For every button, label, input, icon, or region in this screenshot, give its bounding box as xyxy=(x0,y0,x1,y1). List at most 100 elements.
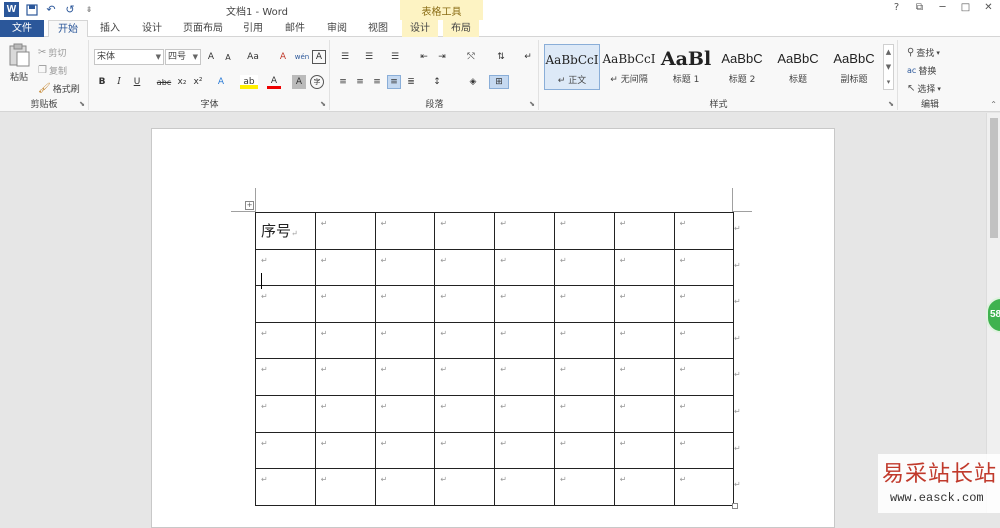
grow-font-button[interactable]: A xyxy=(204,50,218,64)
table-cell[interactable]: ↵ xyxy=(613,321,675,360)
enclose-characters-button[interactable]: 字 xyxy=(310,75,324,89)
paragraph-launcher-icon[interactable]: ⬊ xyxy=(529,100,535,108)
shrink-font-button[interactable]: A xyxy=(221,50,235,64)
help-button[interactable]: ? xyxy=(885,2,908,13)
replace-button[interactable]: ac 替换 xyxy=(907,64,936,77)
table-cell[interactable]: ↵ xyxy=(673,394,735,433)
change-case-button[interactable]: Aa xyxy=(243,50,263,64)
table-cell[interactable]: ↵ xyxy=(613,248,675,287)
table-cell[interactable]: ↵ xyxy=(314,321,376,360)
align-center-button[interactable]: ≡ xyxy=(353,75,367,89)
show-marks-button[interactable]: ↵ xyxy=(521,50,535,64)
character-border-button[interactable]: A xyxy=(312,50,326,64)
table-cell[interactable]: ↵ xyxy=(673,248,735,287)
table-cell[interactable]: ↵ xyxy=(314,358,376,396)
table-cell[interactable]: ↵ xyxy=(673,431,735,470)
table-cell[interactable]: ↵ xyxy=(494,212,555,250)
strikethrough-button[interactable]: abc xyxy=(154,75,174,89)
minimize-button[interactable]: ─ xyxy=(931,2,954,13)
restore-button[interactable]: □ xyxy=(954,2,977,13)
style-heading-2[interactable]: AaBbC 标题 2 xyxy=(715,44,769,90)
multilevel-list-button[interactable]: ☰ xyxy=(386,50,404,64)
table-cell[interactable]: ↵ xyxy=(673,285,735,323)
table-cell[interactable]: ↵ xyxy=(494,394,555,433)
font-family-select[interactable]: 宋体 ▼ xyxy=(94,49,164,65)
table-cell[interactable]: ↵ xyxy=(314,468,376,506)
tab-insert[interactable]: 插入 xyxy=(92,20,128,37)
table-resize-handle[interactable] xyxy=(732,503,738,509)
table-cell[interactable]: ↵ xyxy=(673,212,735,250)
table-cell[interactable]: ↵ xyxy=(434,394,496,433)
table-cell[interactable]: ↵ xyxy=(553,321,615,360)
increase-indent-button[interactable]: ⇥ xyxy=(435,50,449,64)
table-cell[interactable]: ↵ xyxy=(494,285,555,323)
table-cell[interactable]: ↵ xyxy=(434,248,496,287)
table-cell[interactable]: ↵ xyxy=(553,358,615,396)
scrollbar-thumb[interactable] xyxy=(990,118,998,238)
table-cell[interactable]: ↵ xyxy=(434,358,496,396)
align-right-button[interactable]: ≡ xyxy=(370,75,384,89)
style-normal[interactable]: AaBbCcI ↵ 正文 xyxy=(544,44,600,90)
table-cell[interactable]: ↵ xyxy=(494,468,555,506)
table-cell[interactable]: ↵ xyxy=(374,431,436,470)
table-cell[interactable]: ↵ xyxy=(374,468,436,506)
collapse-ribbon-icon[interactable]: ⌃ xyxy=(990,100,997,109)
table-cell[interactable]: ↵ xyxy=(613,358,675,396)
align-left-button[interactable]: ≡ xyxy=(336,75,350,89)
text-effects-button[interactable]: A xyxy=(214,75,228,89)
line-spacing-button[interactable]: ↕ xyxy=(428,75,446,89)
table-cell[interactable]: ↵ xyxy=(613,431,675,470)
highlight-button[interactable]: ab xyxy=(240,75,258,89)
table-cell[interactable]: ↵ xyxy=(553,394,615,433)
borders-button[interactable]: ⊞ xyxy=(489,75,509,89)
table-cell[interactable]: ↵ xyxy=(374,358,436,396)
tab-mailings[interactable]: 邮件 xyxy=(278,20,312,37)
distributed-button[interactable]: ≣ xyxy=(404,75,418,89)
table-cell[interactable]: ↵ xyxy=(434,431,496,470)
styles-scroll[interactable]: ▲ ▼ ▾ xyxy=(883,44,894,90)
redo-icon[interactable]: ↺ xyxy=(64,3,76,16)
tab-table-design[interactable]: 设计 xyxy=(402,20,438,37)
table-cell[interactable]: ↵ xyxy=(434,285,496,323)
table-cell[interactable]: ↵ xyxy=(553,431,615,470)
font-color-button[interactable]: A xyxy=(267,75,281,89)
decrease-indent-button[interactable]: ⇤ xyxy=(417,50,431,64)
chinese-layout-button[interactable]: ⤲ xyxy=(461,50,481,64)
table-cell[interactable]: ↵ xyxy=(255,248,316,287)
table-cell[interactable]: ↵ xyxy=(374,212,436,250)
tab-design[interactable]: 设计 xyxy=(134,20,170,37)
italic-button[interactable]: I xyxy=(112,75,126,89)
close-button[interactable]: ✕ xyxy=(977,2,1000,13)
table-cell[interactable]: ↵ xyxy=(374,248,436,287)
style-heading-1[interactable]: AaBl 标题 1 xyxy=(659,44,713,90)
style-title[interactable]: AaBbC 标题 xyxy=(771,44,825,90)
styles-launcher-icon[interactable]: ⬊ xyxy=(888,100,894,108)
copy-button[interactable]: ❐ 复制 xyxy=(38,64,67,77)
table-cell[interactable]: ↵ xyxy=(255,285,316,323)
tab-page-layout[interactable]: 页面布局 xyxy=(178,20,228,37)
table-cell[interactable]: ↵ xyxy=(494,431,555,470)
tab-table-layout[interactable]: 布局 xyxy=(443,20,479,37)
style-subtitle[interactable]: AaBbC 副标题 xyxy=(827,44,881,90)
table-cell[interactable]: ↵ xyxy=(374,321,436,360)
tab-review[interactable]: 审阅 xyxy=(320,20,354,37)
customize-qat-icon[interactable]: ⇟ xyxy=(83,4,95,16)
table-cell[interactable]: ↵ xyxy=(374,394,436,433)
table-cell[interactable]: ↵ xyxy=(255,468,316,506)
table-cell[interactable]: ↵ xyxy=(553,468,615,506)
underline-button[interactable]: U xyxy=(130,75,144,89)
table-cell[interactable]: ↵ xyxy=(434,212,496,250)
table-cell[interactable]: ↵ xyxy=(553,212,615,250)
font-launcher-icon[interactable]: ⬊ xyxy=(320,100,326,108)
table-cell[interactable]: ↵ xyxy=(553,285,615,323)
table-cell[interactable]: ↵ xyxy=(314,212,376,250)
table-cell[interactable]: ↵ xyxy=(314,394,376,433)
table-cell[interactable]: ↵ xyxy=(673,358,735,396)
table-cell[interactable]: ↵ xyxy=(673,468,735,506)
clear-formatting-button[interactable]: A xyxy=(276,50,290,64)
phonetic-guide-button[interactable]: wén xyxy=(295,50,309,64)
table-cell[interactable]: ↵ xyxy=(434,321,496,360)
ribbon-display-options-button[interactable]: ⧉ xyxy=(908,2,931,13)
find-button[interactable]: ⚲ 查找 ▾ xyxy=(907,46,940,59)
bold-button[interactable]: B xyxy=(95,75,109,89)
